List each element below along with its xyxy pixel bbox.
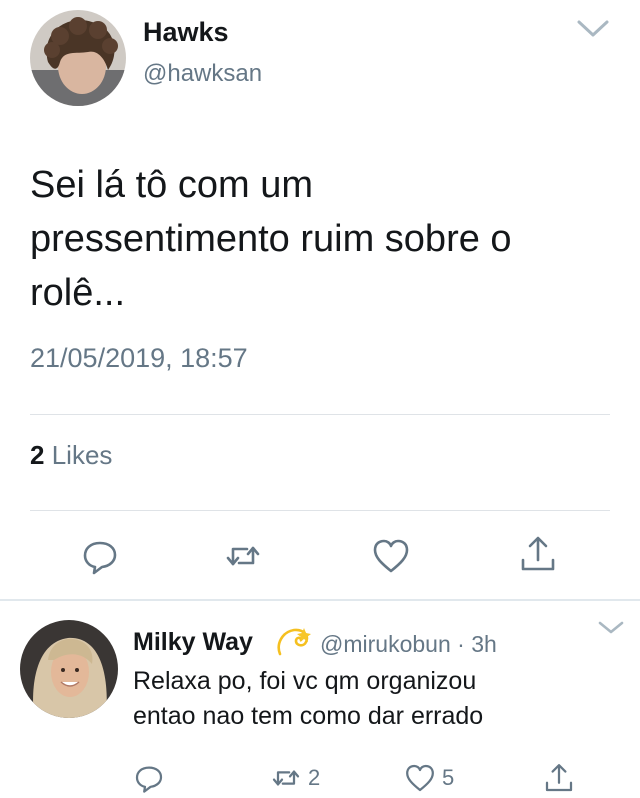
likes-count: 2 — [30, 440, 45, 470]
tweet-timestamp: 21/05/2019, 18:57 — [30, 343, 248, 373]
author-name[interactable]: Hawks — [143, 17, 229, 48]
heart-icon — [373, 539, 409, 573]
retweet-icon — [226, 546, 260, 566]
share-icon — [545, 764, 573, 792]
reply-button[interactable] — [80, 536, 120, 576]
divider — [30, 510, 610, 511]
like-count: 5 — [442, 765, 455, 790]
reply-meta: @mirukobun · 3h — [320, 631, 497, 658]
comment-icon — [135, 766, 163, 793]
tweet-text: Sei lá tô com um pressentimento ruim sob… — [30, 158, 610, 320]
dizzy-emoji-icon — [274, 624, 312, 660]
reply-author-name[interactable]: Milky Way — [133, 628, 253, 657]
divider — [30, 414, 610, 415]
reply-author-avatar[interactable] — [20, 620, 118, 718]
reply-share-button[interactable] — [543, 760, 575, 796]
tweet-text-line: Sei lá tô com um — [30, 164, 313, 206]
reply-like-button[interactable]: 5 — [404, 760, 454, 796]
comment-icon — [83, 541, 117, 575]
retweet-count: 2 — [308, 765, 321, 790]
share-icon — [521, 536, 555, 571]
reply-text-line: Relaxa po, foi vc qm organizou — [133, 667, 477, 695]
thread-separator — [0, 599, 640, 601]
meta-separator: · — [457, 631, 465, 657]
chevron-down-icon[interactable] — [597, 620, 625, 636]
reply-author-handle[interactable]: @mirukobun — [320, 631, 451, 657]
retweet-icon — [272, 770, 300, 786]
share-button[interactable] — [518, 534, 558, 574]
retweet-button[interactable] — [223, 536, 263, 576]
heart-icon — [406, 764, 434, 792]
likes-label: Likes — [51, 440, 113, 470]
tweet-text-line: pressentimento ruim sobre o — [30, 218, 512, 260]
likes-link[interactable]: 2 Likes — [30, 440, 112, 471]
chevron-down-icon[interactable] — [576, 18, 610, 40]
reply-retweet-button[interactable]: 2 — [270, 760, 320, 796]
author-handle[interactable]: @hawksan — [143, 60, 262, 88]
author-avatar[interactable] — [30, 10, 126, 106]
reply-reply-button[interactable] — [133, 760, 165, 796]
reply-text: Relaxa po, foi vc qm organizou entao nao… — [133, 664, 613, 734]
like-button[interactable] — [371, 536, 411, 576]
reply-time[interactable]: 3h — [471, 631, 497, 657]
tweet-text-line: rolê... — [30, 272, 126, 314]
reply-text-line: entao nao tem como dar errado — [133, 702, 484, 730]
